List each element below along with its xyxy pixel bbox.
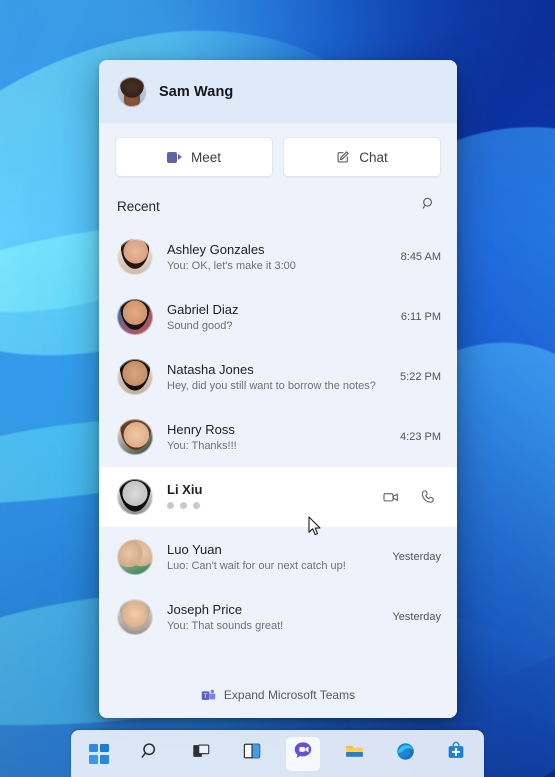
chat-message-preview: Luo: Can't wait for our next catch up! bbox=[167, 559, 346, 572]
teams-chat-flyout: Sam Wang Meet Chat Recent Ashley Gonzale… bbox=[99, 60, 457, 718]
chat-timestamp: 4:23 PM bbox=[400, 431, 441, 443]
video-call-icon[interactable] bbox=[381, 487, 401, 507]
widgets-icon bbox=[242, 741, 262, 766]
chat-contact-name: Henry Ross bbox=[167, 421, 235, 437]
chat-timestamp: 5:22 PM bbox=[400, 371, 441, 383]
chat-row-text: Gabriel Diaz Sound good? bbox=[167, 301, 391, 334]
compose-chat-icon bbox=[336, 150, 350, 164]
recent-header: Recent bbox=[99, 189, 457, 227]
chat-row-text: Li Xiu bbox=[167, 481, 381, 514]
quick-actions: Meet Chat bbox=[99, 123, 457, 189]
chat-message-preview: Hey, did you still want to borrow the no… bbox=[167, 379, 376, 392]
contact-avatar bbox=[117, 419, 153, 455]
chat-contact-name: Natasha Jones bbox=[167, 361, 254, 377]
search-button[interactable] bbox=[133, 737, 167, 771]
contact-avatar bbox=[117, 299, 153, 335]
chat-row-joseph-price[interactable]: Joseph Price You: That sounds great! Yes… bbox=[99, 587, 457, 647]
svg-text:T: T bbox=[204, 693, 208, 700]
chat-message-preview: You: OK, let's make it 3:00 bbox=[167, 259, 296, 272]
chat-contact-name: Li Xiu bbox=[167, 481, 203, 497]
chat-timestamp: Yesterday bbox=[392, 611, 441, 623]
chat-row-text: Luo Yuan Luo: Can't wait for our next ca… bbox=[167, 541, 382, 574]
chat-message-preview: Sound good? bbox=[167, 319, 233, 332]
contact-avatar bbox=[117, 479, 153, 515]
chat-row-text: Joseph Price You: That sounds great! bbox=[167, 601, 382, 634]
recent-chat-list: Ashley Gonzales You: OK, let's make it 3… bbox=[99, 227, 457, 672]
video-camera-icon bbox=[166, 151, 182, 163]
expand-teams-button[interactable]: T Expand Microsoft Teams bbox=[99, 672, 457, 718]
chat-contact-name: Ashley Gonzales bbox=[167, 241, 265, 257]
chat-row-ashley-gonzales[interactable]: Ashley Gonzales You: OK, let's make it 3… bbox=[99, 227, 457, 287]
contact-avatar bbox=[117, 539, 153, 575]
meet-button[interactable]: Meet bbox=[115, 137, 273, 177]
chat-contact-name: Joseph Price bbox=[167, 601, 243, 617]
chat-timestamp: Yesterday bbox=[392, 551, 441, 563]
store-button[interactable] bbox=[439, 737, 473, 771]
microsoft-store-icon bbox=[446, 741, 466, 766]
contact-avatar bbox=[117, 599, 153, 635]
recent-title: Recent bbox=[117, 198, 160, 214]
chat-row-luo-yuan[interactable]: Luo Yuan Luo: Can't wait for our next ca… bbox=[99, 527, 457, 587]
chat-row-li-xiu[interactable]: Li Xiu bbox=[99, 467, 457, 527]
audio-call-icon[interactable] bbox=[419, 487, 439, 507]
expand-teams-label: Expand Microsoft Teams bbox=[223, 688, 356, 702]
search-icon bbox=[140, 741, 161, 767]
user-avatar[interactable] bbox=[117, 76, 147, 107]
microsoft-edge-icon bbox=[395, 741, 416, 767]
chat-message-preview: You: That sounds great! bbox=[167, 619, 284, 632]
teams-chat-icon bbox=[292, 740, 314, 767]
chat-timestamp: 6:11 PM bbox=[400, 311, 441, 323]
file-explorer-icon bbox=[344, 741, 365, 767]
file-explorer-button[interactable] bbox=[337, 737, 371, 771]
task-view-icon bbox=[191, 741, 211, 766]
chat-contact-name: Gabriel Diaz bbox=[167, 301, 239, 317]
windows-logo-icon bbox=[89, 743, 109, 764]
microsoft-teams-logo: T bbox=[201, 688, 216, 703]
task-view-button[interactable] bbox=[184, 737, 218, 771]
panel-header: Sam Wang bbox=[99, 60, 457, 123]
widgets-button[interactable] bbox=[235, 737, 269, 771]
taskbar bbox=[71, 730, 484, 777]
start-button[interactable] bbox=[82, 737, 116, 771]
search-button[interactable] bbox=[415, 193, 441, 219]
chat-row-natasha-jones[interactable]: Natasha Jones Hey, did you still want to… bbox=[99, 347, 457, 407]
contact-avatar bbox=[117, 359, 153, 395]
teams-chat-button[interactable] bbox=[286, 736, 320, 771]
chat-row-text: Natasha Jones Hey, did you still want to… bbox=[167, 361, 390, 394]
edge-button[interactable] bbox=[388, 737, 422, 771]
search-icon bbox=[421, 196, 436, 216]
chat-row-henry-ross[interactable]: Henry Ross You: Thanks!!! 4:23 PM bbox=[99, 407, 457, 467]
user-name: Sam Wang bbox=[159, 83, 234, 100]
meet-button-label: Meet bbox=[190, 149, 221, 165]
chat-contact-name: Luo Yuan bbox=[167, 541, 222, 557]
chat-row-actions bbox=[381, 487, 439, 507]
contact-avatar bbox=[117, 239, 153, 275]
chat-row-text: Ashley Gonzales You: OK, let's make it 3… bbox=[167, 241, 391, 274]
chat-message-preview: You: Thanks!!! bbox=[167, 439, 237, 452]
chat-button-label: Chat bbox=[359, 149, 388, 165]
chat-timestamp: 8:45 AM bbox=[400, 251, 441, 263]
chat-row-text: Henry Ross You: Thanks!!! bbox=[167, 421, 390, 454]
typing-indicator bbox=[167, 498, 381, 514]
chat-button[interactable]: Chat bbox=[283, 137, 441, 177]
chat-row-gabriel-diaz[interactable]: Gabriel Diaz Sound good? 6:11 PM bbox=[99, 287, 457, 347]
desktop: Sam Wang Meet Chat Recent Ashley Gonzale… bbox=[0, 0, 555, 777]
